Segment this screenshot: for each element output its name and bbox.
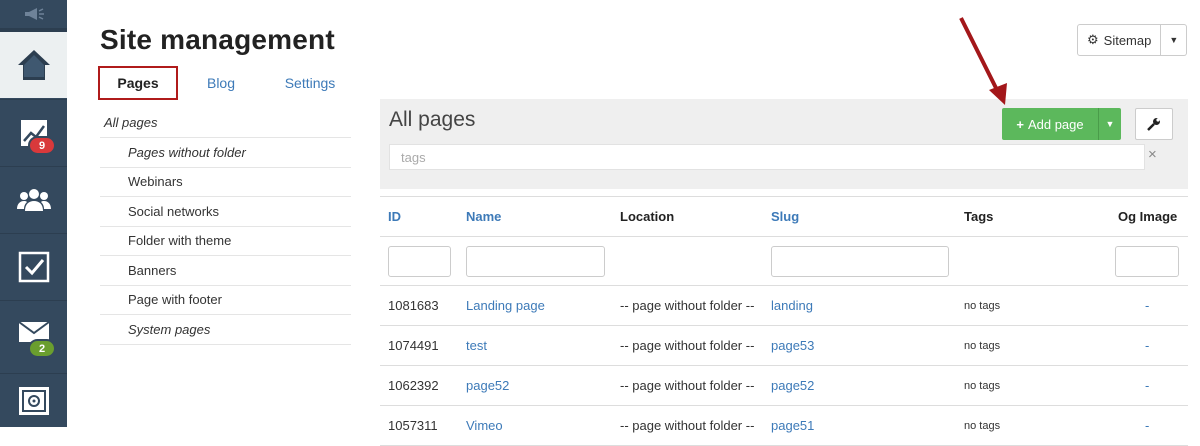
table-row: 1062392 page52 -- page without folder --… bbox=[380, 366, 1188, 406]
pages-table: ID Name Location Slug Tags Og Image 1081… bbox=[380, 196, 1188, 446]
wrench-icon bbox=[1147, 118, 1160, 131]
row-slug-link[interactable]: page53 bbox=[771, 326, 814, 365]
panel-title: All pages bbox=[389, 108, 476, 131]
row-location: -- page without folder -- bbox=[620, 418, 755, 433]
table-row: 1057311 Vimeo -- page without folder -- … bbox=[380, 406, 1188, 446]
caret-down-icon: ▼ bbox=[1169, 35, 1179, 45]
row-slug-link[interactable]: page52 bbox=[771, 366, 814, 405]
column-header-og-image: Og Image bbox=[1118, 209, 1178, 224]
tree-item-pages-without-folder[interactable]: Pages without folder bbox=[100, 138, 351, 168]
home-icon bbox=[17, 50, 50, 80]
checkbox-icon bbox=[18, 251, 49, 282]
rail-item-stats[interactable]: 9 bbox=[0, 99, 67, 165]
plus-icon: + bbox=[1016, 116, 1024, 132]
column-header-id[interactable]: ID bbox=[388, 197, 401, 236]
row-location: -- page without folder -- bbox=[620, 338, 755, 353]
id-filter-input[interactable] bbox=[388, 246, 451, 277]
tree-item-all-pages[interactable]: All pages bbox=[100, 108, 351, 138]
table-filter-row bbox=[380, 237, 1188, 286]
row-location: -- page without folder -- bbox=[620, 298, 755, 313]
row-tags: no tags bbox=[964, 419, 1001, 432]
gear-icon: ⚙ bbox=[1087, 32, 1099, 47]
tree-item-system-pages[interactable]: System pages bbox=[100, 315, 351, 345]
folder-tree: All pages Pages without folder Webinars … bbox=[100, 108, 351, 345]
row-name-link[interactable]: Vimeo bbox=[466, 406, 503, 445]
rail-item-marketing[interactable] bbox=[0, 0, 67, 28]
rail-item-users[interactable] bbox=[0, 166, 67, 232]
row-og-image: - bbox=[1145, 338, 1150, 353]
row-location: -- page without folder -- bbox=[620, 378, 755, 393]
row-og-image: - bbox=[1145, 378, 1150, 393]
table-row: 1074491 test -- page without folder -- p… bbox=[380, 326, 1188, 366]
row-id: 1057311 bbox=[388, 418, 438, 433]
tree-item-banners[interactable]: Banners bbox=[100, 256, 351, 286]
sitemap-button-group: ⚙ Sitemap ▼ bbox=[1077, 24, 1188, 56]
row-slug-link[interactable]: page51 bbox=[771, 406, 814, 445]
tab-blog[interactable]: Blog bbox=[196, 66, 246, 100]
left-nav-rail: 9 2 bbox=[0, 0, 67, 427]
row-tags: no tags bbox=[964, 379, 1001, 392]
rail-item-mail[interactable]: 2 bbox=[0, 300, 67, 372]
row-id: 1062392 bbox=[388, 378, 439, 393]
name-filter-input[interactable] bbox=[466, 246, 605, 277]
row-tags: no tags bbox=[964, 339, 1001, 352]
users-icon bbox=[16, 188, 51, 211]
row-name-link[interactable]: page52 bbox=[466, 366, 509, 405]
slug-filter-input[interactable] bbox=[771, 246, 949, 277]
row-name-link[interactable]: Landing page bbox=[466, 286, 545, 325]
sitemap-dropdown-toggle[interactable]: ▼ bbox=[1161, 24, 1188, 56]
tab-settings[interactable]: Settings bbox=[276, 66, 344, 100]
caret-down-icon: ▼ bbox=[1105, 119, 1115, 129]
row-og-image: - bbox=[1145, 298, 1150, 313]
stats-badge: 9 bbox=[28, 136, 56, 155]
row-id: 1081683 bbox=[388, 298, 439, 313]
megaphone-icon bbox=[24, 8, 44, 20]
tree-item-page-with-footer[interactable]: Page with footer bbox=[100, 286, 351, 315]
column-header-location: Location bbox=[620, 209, 675, 224]
pages-panel-header: All pages + Add page ▼ × bbox=[380, 99, 1188, 189]
add-page-label: Add page bbox=[1027, 116, 1084, 132]
tags-filter-input[interactable] bbox=[389, 144, 1145, 170]
column-header-name[interactable]: Name bbox=[466, 197, 501, 236]
table-row: 1081683 Landing page -- page without fol… bbox=[380, 286, 1188, 326]
sitemap-button[interactable]: ⚙ Sitemap bbox=[1077, 24, 1162, 56]
column-header-slug[interactable]: Slug bbox=[771, 197, 799, 236]
annotation-arrow bbox=[959, 17, 1007, 105]
tree-item-social-networks[interactable]: Social networks bbox=[100, 197, 351, 227]
table-header-row: ID Name Location Slug Tags Og Image bbox=[380, 197, 1188, 237]
add-page-button[interactable]: + Add page bbox=[1002, 108, 1098, 140]
row-slug-link[interactable]: landing bbox=[771, 286, 813, 325]
row-name-link[interactable]: test bbox=[466, 326, 487, 365]
safe-icon bbox=[18, 386, 49, 415]
og-image-filter-input[interactable] bbox=[1115, 246, 1179, 277]
row-tags: no tags bbox=[964, 299, 1001, 312]
row-id: 1074491 bbox=[388, 338, 439, 353]
rail-item-tasks[interactable] bbox=[0, 233, 67, 299]
add-page-dropdown-toggle[interactable]: ▼ bbox=[1098, 108, 1121, 140]
tab-pages[interactable]: Pages bbox=[98, 66, 178, 100]
clear-tags-icon[interactable]: × bbox=[1148, 146, 1157, 163]
rail-item-home[interactable] bbox=[0, 32, 67, 98]
row-og-image: - bbox=[1145, 418, 1150, 433]
tree-item-folder-with-theme[interactable]: Folder with theme bbox=[100, 227, 351, 256]
settings-wrench-button[interactable] bbox=[1135, 108, 1173, 140]
rail-item-safe[interactable] bbox=[0, 373, 67, 427]
column-header-tags: Tags bbox=[964, 209, 994, 224]
sitemap-label: Sitemap bbox=[1103, 32, 1152, 48]
page-title: Site management bbox=[100, 24, 335, 55]
add-page-button-group: + Add page ▼ bbox=[1002, 108, 1121, 140]
mail-badge: 2 bbox=[28, 339, 56, 358]
tree-item-webinars[interactable]: Webinars bbox=[100, 168, 351, 197]
